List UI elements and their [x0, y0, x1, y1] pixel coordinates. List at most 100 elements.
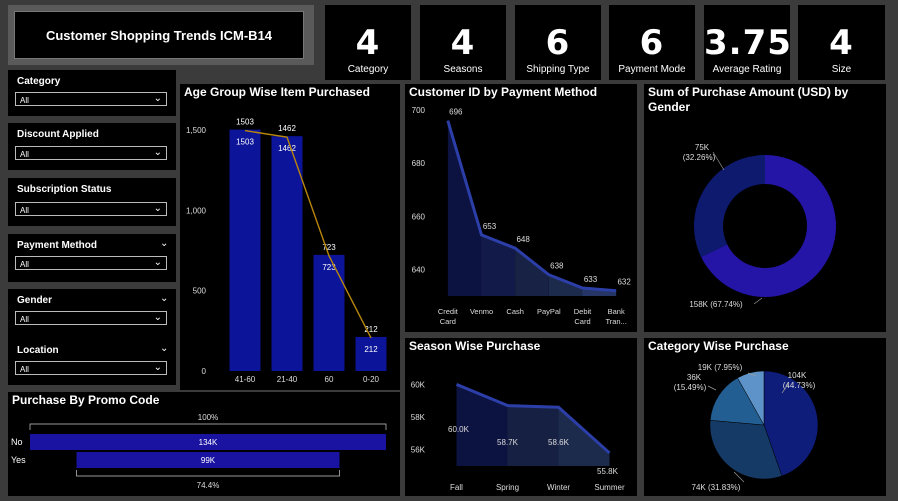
chart-title: Age Group Wise Item Purchased — [184, 85, 370, 99]
data-label: 158K (67.74%) — [689, 300, 743, 309]
slicer-label: Gender — [17, 295, 53, 306]
y-tick-label: 58K — [411, 413, 426, 422]
location-dropdown[interactable]: All ⌄ — [15, 361, 167, 375]
data-label: 134K — [199, 438, 218, 447]
y-tick-label: 500 — [193, 287, 207, 296]
kpi-card-seasons[interactable]: 4 Seasons — [420, 5, 506, 80]
kpi-card-shipping-type[interactable]: 6 Shipping Type — [515, 5, 601, 80]
slicer-label: Subscription Status — [17, 184, 112, 195]
dropdown-value: All — [20, 365, 29, 374]
kpi-label: Size — [831, 64, 852, 75]
bar — [355, 336, 387, 371]
y-tick-label: No — [11, 437, 23, 447]
chevron-down-icon[interactable]: ⌄ — [160, 343, 168, 354]
data-label: 1503 — [236, 138, 254, 147]
data-label: 638 — [550, 262, 564, 271]
chevron-down-icon[interactable]: ⌄ — [160, 238, 168, 249]
y-tick-label: 680 — [412, 159, 426, 168]
kpi-label: Payment Mode — [618, 64, 686, 75]
slicer-payment-method: Payment Method ⌄ All ⌄ — [8, 234, 176, 282]
dropdown-value: All — [20, 150, 29, 159]
bracket — [29, 423, 387, 430]
data-label: 99K — [201, 456, 216, 465]
gender-chart: 75K(32.26%) 158K (67.74%) — [683, 143, 836, 309]
payment-method-dropdown[interactable]: All ⌄ — [15, 256, 167, 270]
slicer-label: Payment Method — [17, 240, 98, 251]
chart-title: Customer ID by Payment Method — [409, 85, 598, 99]
area-segment — [481, 234, 516, 296]
data-label: 648 — [516, 235, 530, 244]
kpi-value: 6 — [545, 23, 571, 63]
dashboard-title: Customer Shopping Trends ICM-B14 — [14, 11, 304, 59]
chevron-down-icon[interactable]: ⌄ — [154, 258, 162, 268]
top-label: 100% — [198, 413, 218, 422]
dropdown-value: All — [20, 260, 29, 269]
promo-code-chart: 100% 134K No 99K Yes 74.4% — [11, 413, 387, 490]
kpi-label: Seasons — [443, 64, 483, 75]
x-tick-label: Summer — [594, 483, 625, 492]
kpi-value: 4 — [450, 23, 476, 63]
x-tick-label: 0-20 — [363, 375, 380, 384]
data-label: 55.8K — [597, 467, 619, 476]
kpi-value: 4 — [355, 23, 381, 63]
chevron-down-icon[interactable]: ⌄ — [154, 204, 162, 214]
payment-method-chart: 700680660640696653648638633 632CreditCard… — [412, 106, 632, 326]
kpi-value: 4 — [829, 23, 854, 63]
data-label: 104K — [788, 371, 807, 380]
x-tick-label: Bank — [608, 307, 625, 316]
payment-method-chart-panel: Customer ID by Payment Method 700 680 660 6… — [405, 84, 637, 332]
x-tick-label: Winter — [547, 483, 570, 492]
x-tick-label: Spring — [496, 483, 519, 492]
gender-dropdown[interactable]: All ⌄ — [15, 311, 167, 325]
data-label: 58.6K — [548, 438, 570, 447]
bottom-label: 74.4% — [197, 481, 220, 490]
slicer-label: Location — [17, 345, 59, 356]
slicer-subscription-status: Subscription Status All ⌄ — [8, 178, 176, 226]
season-chart: 60K 58K 56K 60.0K 58.7K 58.6K 55.8K Fall Spring W… — [411, 380, 625, 492]
data-label: 19K (7.95%) — [698, 363, 743, 372]
x-tick-label: Tran... — [605, 317, 626, 326]
dropdown-value: All — [20, 315, 29, 324]
gender-chart-panel: Sum of Purchase Amount (USD) by Gender 7… — [644, 84, 886, 332]
title-card: Customer Shopping Trends ICM-B14 — [8, 5, 314, 65]
y-tick-label: 0 — [202, 367, 207, 376]
chevron-down-icon[interactable]: ⌄ — [154, 94, 162, 104]
chevron-down-icon[interactable]: ⌄ — [154, 363, 162, 373]
data-label: (15.49%) — [674, 383, 707, 392]
y-tick-label: 700 — [412, 106, 426, 115]
kpi-card-average-rating[interactable]: 3.75 Average Rating — [704, 5, 791, 80]
x-tick-label: 41-60 — [235, 375, 256, 384]
chevron-down-icon[interactable]: ⌄ — [160, 293, 168, 304]
chart-title: Category Wise Purchase — [648, 339, 789, 353]
subscription-status-dropdown[interactable]: All ⌄ — [15, 202, 167, 216]
slicer-gender-location: Gender ⌄ All ⌄ Location ⌄ All ⌄ — [8, 289, 176, 385]
chevron-down-icon[interactable]: ⌄ — [154, 313, 162, 323]
category-chart-panel: Category Wise Purchase 104K (44.73%) 74K (… — [644, 338, 886, 496]
x-tick-label: PayPal — [537, 307, 561, 316]
discount-applied-dropdown[interactable]: All ⌄ — [15, 146, 167, 160]
y-tick-label: 60K — [411, 380, 426, 389]
dropdown-value: All — [20, 206, 29, 215]
area-segment — [447, 120, 482, 296]
chevron-down-icon[interactable]: ⌄ — [154, 148, 162, 158]
bar — [229, 129, 261, 371]
slicer-category: Category All ⌄ — [8, 70, 176, 116]
kpi-label: Shipping Type — [526, 64, 590, 75]
leader-line — [753, 297, 763, 305]
kpi-card-payment-mode[interactable]: 6 Payment Mode — [609, 5, 695, 80]
category-dropdown[interactable]: All ⌄ — [15, 92, 167, 106]
x-tick-label: Debit — [574, 307, 592, 316]
x-tick-label: 60 — [325, 375, 334, 384]
chart-title: Purchase By Promo Code — [12, 393, 160, 407]
kpi-card-size[interactable]: 4 Size — [798, 5, 885, 80]
data-label: 1462 — [278, 144, 296, 153]
chart-title: Sum of Purchase Amount (USD) by Gender — [648, 85, 849, 114]
age-group-chart-panel: Age Group Wise Item Purchased 1,500 1,000… — [180, 84, 400, 390]
data-label: 58.7K — [497, 438, 519, 447]
x-tick-label: Card — [574, 317, 590, 326]
data-label: 75K — [695, 143, 710, 152]
donut-slice — [694, 155, 765, 257]
kpi-card-category[interactable]: 4 Category — [325, 5, 411, 80]
slicer-label: Category — [17, 76, 61, 87]
dropdown-value: All — [20, 96, 29, 105]
